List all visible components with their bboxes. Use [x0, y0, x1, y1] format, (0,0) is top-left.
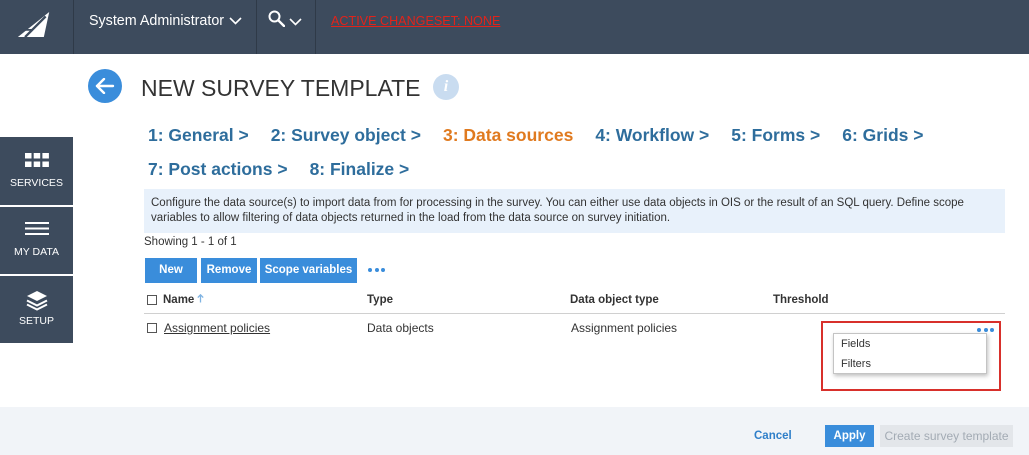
user-menu-label[interactable]: System Administrator — [89, 12, 224, 30]
scope-variables-button[interactable]: Scope variables — [260, 258, 357, 283]
step-finalize[interactable]: 8: Finalize > — [310, 159, 410, 179]
top-bar: System Administrator ACTIVE CHANGESET: N… — [0, 0, 1029, 54]
more-options-icon[interactable] — [368, 268, 385, 272]
column-header-data-object-type[interactable]: Data object type — [570, 293, 659, 307]
step-workflow[interactable]: 4: Workflow > — [595, 125, 709, 145]
apply-button[interactable]: Apply — [825, 425, 874, 447]
sidebar-item-label: MY DATA — [14, 246, 59, 258]
step-post-actions[interactable]: 7: Post actions > — [148, 159, 288, 179]
footer-bar — [0, 407, 1029, 455]
column-header-name[interactable]: Name — [163, 293, 194, 307]
row-type: Data objects — [367, 321, 434, 335]
page-title: NEW SURVEY TEMPLATE — [141, 75, 421, 101]
step-general[interactable]: 1: General > — [148, 125, 249, 145]
back-button[interactable] — [88, 69, 122, 103]
step-grids[interactable]: 6: Grids > — [842, 125, 923, 145]
step-data-sources[interactable]: 3: Data sources — [443, 125, 573, 145]
description-box: Configure the data source(s) to import d… — [144, 189, 1005, 233]
logo-icon[interactable] — [17, 10, 51, 39]
row-context-menu: Fields Filters — [833, 333, 987, 374]
wizard-steps-row-1: 1: General > 2: Survey object > 3: Data … — [148, 125, 923, 145]
new-button[interactable]: New — [145, 258, 197, 283]
search-icon[interactable] — [268, 10, 285, 27]
menu-item-filters[interactable]: Filters — [834, 354, 986, 374]
results-count: Showing 1 - 1 of 1 — [144, 236, 237, 248]
menu-icon — [0, 218, 73, 238]
topbar-divider — [73, 0, 74, 54]
row-more-options-icon[interactable] — [977, 328, 994, 332]
cancel-button[interactable]: Cancel — [754, 429, 792, 443]
topbar-divider — [315, 0, 316, 54]
column-header-type[interactable]: Type — [367, 293, 393, 307]
remove-button[interactable]: Remove — [201, 258, 257, 283]
sidebar-item-services[interactable]: SERVICES — [0, 137, 73, 205]
layers-icon — [0, 291, 73, 311]
chevron-down-icon[interactable] — [289, 18, 302, 26]
info-icon[interactable]: i — [433, 74, 459, 100]
topbar-divider — [256, 0, 257, 54]
row-checkbox[interactable] — [147, 323, 157, 333]
select-all-checkbox[interactable] — [147, 295, 157, 305]
menu-item-fields[interactable]: Fields — [834, 334, 986, 354]
row-name-link[interactable]: Assignment policies — [164, 321, 270, 335]
chevron-down-icon[interactable] — [229, 17, 242, 25]
active-changeset-link[interactable]: ACTIVE CHANGESET: NONE — [331, 13, 500, 29]
grid-icon — [0, 150, 73, 170]
step-survey-object[interactable]: 2: Survey object > — [271, 125, 421, 145]
back-arrow-icon — [95, 78, 115, 94]
create-survey-template-button[interactable]: Create survey template — [880, 425, 1013, 447]
wizard-steps-row-2: 7: Post actions > 8: Finalize > — [148, 159, 409, 179]
sidebar-item-setup[interactable]: SETUP — [0, 276, 73, 343]
sort-ascending-icon[interactable] — [197, 294, 204, 303]
row-data-object-type: Assignment policies — [571, 321, 678, 335]
sidebar-item-label: SERVICES — [10, 177, 63, 189]
column-header-threshold[interactable]: Threshold — [773, 293, 829, 307]
step-forms[interactable]: 5: Forms > — [731, 125, 820, 145]
sidebar-item-my-data[interactable]: MY DATA — [0, 207, 73, 274]
sidebar-item-label: SETUP — [18, 315, 54, 327]
